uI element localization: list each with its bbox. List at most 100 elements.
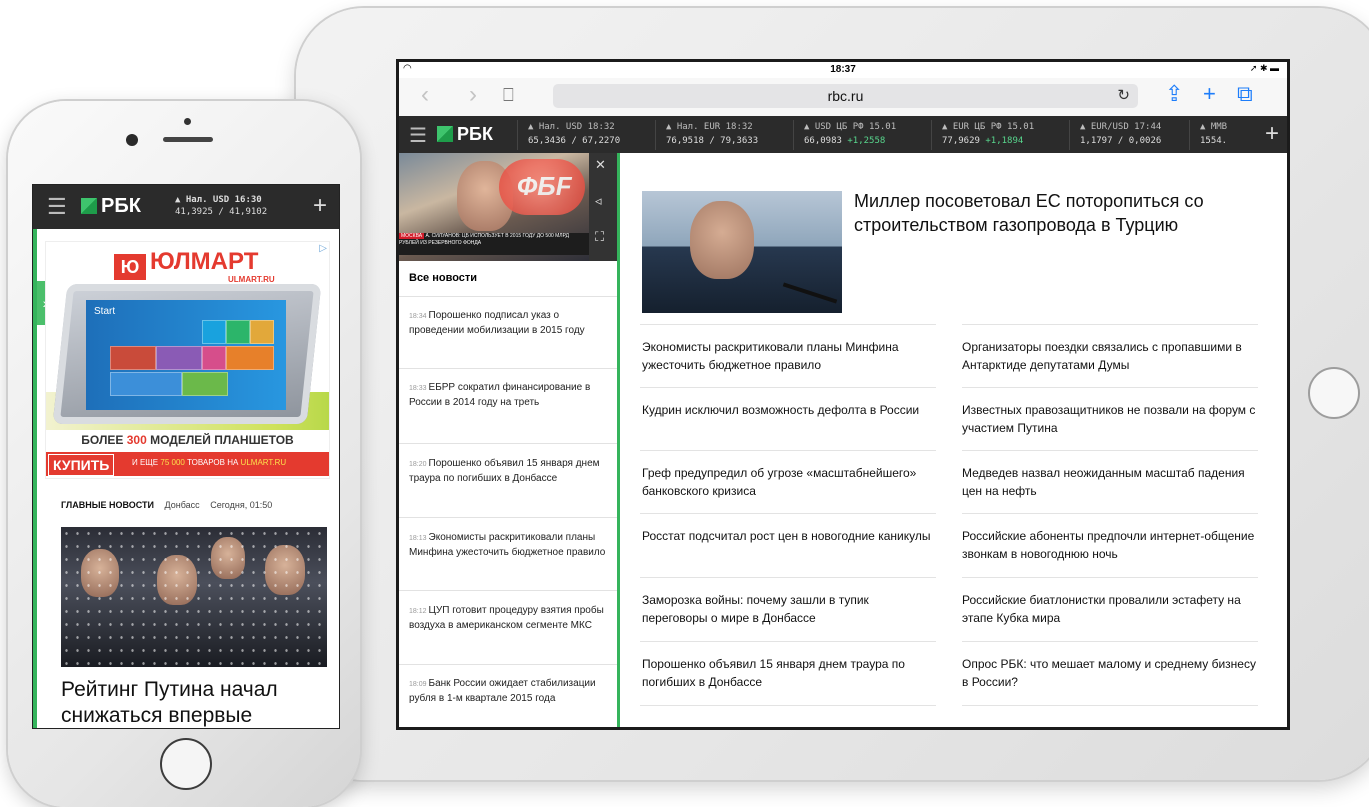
close-video-icon[interactable]: ✕ [595,157,606,173]
sidebar-news-item[interactable]: 18:34 Порошенко подписал указ о проведени… [409,309,609,338]
bookmarks-icon[interactable]: ⎕ [503,83,514,107]
battery-icon: ➚ ✱ ▬ [1249,63,1279,73]
sidebar-news-item[interactable]: 18:12 ЦУП готовит процедуру взятия пробы … [409,604,609,633]
status-time: 18:37 [830,64,856,75]
url-text: rbc.ru [827,88,864,104]
iphone-home-button[interactable] [160,738,212,790]
browser-toolbar: ‹ › ⎕ rbc.ru ↻ ⇪ + ⧉ [399,78,1287,117]
ticker-usd-cb[interactable]: ▲ USD ЦБ РФ 15.01 66,0983 +1,2558 [793,120,938,150]
story-link[interactable]: Известных правозащитников не позвали на … [962,401,1256,437]
main-content: Миллер посоветовал ЕС поторопиться со ст… [620,153,1287,727]
adchoices-icon[interactable]: ▷ [319,243,327,254]
reload-icon[interactable]: ↻ [1117,84,1130,108]
divider [640,324,936,325]
add-ticker-icon[interactable]: + [1265,121,1279,147]
divider [962,324,1258,325]
sidebar-news-item[interactable]: 18:13 Экономисты раскритиковали планы Мин… [409,531,609,560]
forward-icon[interactable]: › [469,83,477,107]
divider [399,664,617,665]
sidebar-news-item[interactable]: 18:33 ЕБРР сократил финансирование в Росс… [409,381,609,410]
ad-promo-text: БОЛЕЕ 300 МОДЕЛЕЙ ПЛАНШЕТОВ [46,430,329,450]
news-tabs: ГЛАВНЫЕ НОВОСТИ Донбасс Сегодня, 01:50 [61,500,331,510]
logo-flag-icon [81,198,97,214]
divider [399,443,617,444]
iphone-screen: ☰ РБК ▲ Нал. USD 16:30 41,3925 / 41,9102… [32,184,340,729]
tabs-icon[interactable]: ⧉ [1237,81,1253,107]
ticker-usd-cash[interactable]: ▲ Нал. USD 16:30 41,3925 / 41,9102 [175,194,267,218]
rbc-header: ☰ РБК ▲ Нал. USD 18:32 65,3436 / 67,2270… [399,116,1287,153]
divider [640,705,936,706]
tab-main-news[interactable]: ГЛАВНЫЕ НОВОСТИ [61,500,154,510]
divider [962,450,1258,451]
menu-icon[interactable]: ☰ [47,194,67,220]
divider [640,450,936,451]
status-bar: ◠ 18:37 ➚ ✱ ▬ [399,62,1287,78]
story-link[interactable]: Российские абоненты предпочли интернет-о… [962,527,1256,563]
video-player[interactable]: ФБF МОСКВА А. СИЛУАНОВ: ЦБ ИСПОЛЬЗУЕТ В … [399,153,617,261]
video-logo: ФБF [499,159,585,215]
hero-image[interactable] [642,191,842,313]
tab-donbass[interactable]: Донбасс [165,500,200,510]
story-link[interactable]: Заморозка войны: почему зашли в тупик пе… [642,591,936,627]
share-icon[interactable]: ⇪ [1165,81,1183,107]
story-link[interactable]: Росстат подсчитал рост цен в новогодние … [642,527,936,545]
ad-banner[interactable]: ▷ Ю ЮЛМАРТ ULMART.RU Start БОЛЕЕ 300 МОДЕ… [45,241,330,479]
mute-icon[interactable]: ◃ [595,193,602,209]
video-caption: МОСКВА А. СИЛУАНОВ: ЦБ ИСПОЛЬЗУЕТ В 2015… [399,233,589,255]
divider [640,577,936,578]
rbc-header-mobile: ☰ РБК ▲ Нал. USD 16:30 41,3925 / 41,9102… [33,185,339,229]
news-headline[interactable]: Рейтинг Путина начал снижаться впервые [61,677,331,728]
divider [640,641,936,642]
ad-buy-button[interactable]: КУПИТЬ [48,454,115,476]
divider [399,368,617,369]
hero-person [690,201,754,279]
iphone-sensor [184,118,191,125]
divider [962,513,1258,514]
ad-tablet-screen: Start [86,300,286,410]
story-link[interactable]: Экономисты раскритиковали планы Минфина … [642,338,936,374]
fullscreen-icon[interactable]: ⛶ [595,229,604,245]
back-icon[interactable]: ‹ [421,83,429,107]
ipad-home-button[interactable] [1308,367,1360,419]
microphone [782,282,838,304]
story-link[interactable]: Опрос РБК: что мешает малому и среднему … [962,655,1256,691]
menu-icon[interactable]: ☰ [409,123,427,148]
address-bar[interactable]: rbc.ru ↻ [553,84,1138,108]
story-link[interactable]: Порошенко объявил 15 января днем траура … [642,655,936,691]
news-photo[interactable] [61,527,327,667]
all-news-heading[interactable]: Все новости [409,272,477,284]
story-link[interactable]: Кудрин исключил возможность дефолта в Ро… [642,401,936,419]
story-link[interactable]: Организаторы поездки связались с пропавш… [962,338,1256,374]
ticker-usd-cash[interactable]: ▲ Нал. USD 18:32 65,3436 / 67,2270 [517,120,662,150]
story-link[interactable]: Медведев назвал неожиданным масштаб паде… [962,464,1256,500]
ticker-eur-usd[interactable]: ▲ EUR/USD 17:44 1,1797 / 0,0026 [1069,120,1188,150]
logo-flag-icon [437,126,453,142]
rbc-logo[interactable]: РБК [437,124,493,145]
divider [962,705,1258,706]
iphone-camera [126,134,138,146]
add-ticker-icon[interactable]: + [313,193,327,219]
divider [962,387,1258,388]
divider [399,296,617,297]
new-tab-icon[interactable]: + [1203,81,1216,107]
ad-brand-url: ULMART.RU [228,275,275,284]
ipad-screen: ◠ 18:37 ➚ ✱ ▬ ‹ › ⎕ rbc.ru ↻ ⇪ + ⧉ ☰ РБК… [396,59,1290,730]
story-link[interactable]: Российские биатлонистки провалили эстафе… [962,591,1256,627]
hero-headline[interactable]: Миллер посоветовал ЕС поторопиться со ст… [854,189,1264,237]
divider [399,517,617,518]
ticker-mmvb[interactable]: ▲ ММВ 1554. [1189,120,1240,150]
ticker-eur-cb[interactable]: ▲ EUR ЦБ РФ 15.01 77,9629 +1,1894 [931,120,1076,150]
divider [962,641,1258,642]
ticker-eur-cash[interactable]: ▲ Нал. EUR 18:32 76,9518 / 79,3633 [655,120,800,150]
rbc-logo[interactable]: РБК [81,195,141,218]
sidebar-news-item[interactable]: 18:20 Порошенко объявил 15 января днем тр… [409,457,609,486]
divider [962,577,1258,578]
ad-buy-strip: КУПИТЬ И ЕЩЕ 75 000 ТОВАРОВ НА ULMART.RU [46,452,329,476]
sidebar-news-item[interactable]: 18:09 Банк России ожидает стабилизации ру… [409,677,609,706]
news-sidebar: ФБF МОСКВА А. СИЛУАНОВ: ЦБ ИСПОЛЬЗУЕТ В … [399,153,620,727]
divider [640,387,936,388]
divider [640,513,936,514]
tab-today[interactable]: Сегодня, 01:50 [210,500,272,510]
iphone-speaker [163,137,213,142]
story-link[interactable]: Греф предупредил об угрозе «масштабнейше… [642,464,936,500]
